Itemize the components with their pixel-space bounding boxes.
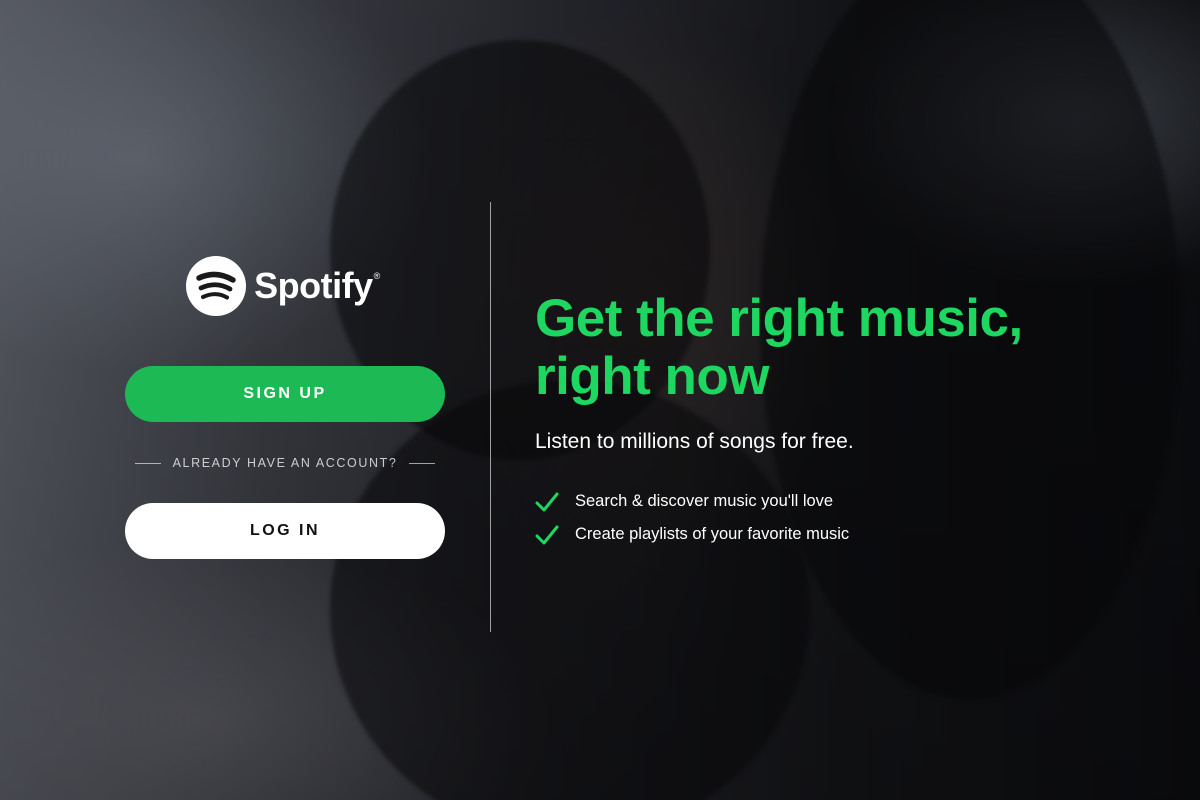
feature-text: Create playlists of your favorite music [575,525,850,543]
brand-name: Spotify [254,265,373,306]
account-divider: ALREADY HAVE AN ACCOUNT? [125,455,445,471]
spotify-logo[interactable]: Spotify® [121,255,445,317]
hero-panel: Get the right music, right now Listen to… [535,290,1175,551]
divider-line-left [134,462,161,464]
headline-line-1: Get the right music, [535,289,1023,348]
divider-line-right [409,462,436,464]
feature-text: Search & discover music you'll love [575,492,834,510]
landing-page: Spotify® SIGN UP ALREADY HAVE AN ACCOUNT… [0,0,1200,800]
registered-mark: ® [373,271,381,281]
auth-panel: Spotify® SIGN UP ALREADY HAVE AN ACCOUNT… [125,255,445,559]
hero-subtitle: Listen to millions of songs for free. [535,430,854,453]
already-have-account-text: ALREADY HAVE AN ACCOUNT? [172,456,398,470]
spotify-wave-icon [186,256,247,316]
hero-headline: Get the right music, right now [535,290,1175,406]
signup-button[interactable]: SIGN UP [125,366,445,422]
logo-wordmark: Spotify® [254,265,380,307]
headline-line-2: right now [535,347,769,406]
login-button[interactable]: LOG IN [125,503,445,559]
check-icon [535,525,559,544]
list-item: Search & discover music you'll love [535,485,1175,518]
list-item: Create playlists of your favorite music [535,518,1175,551]
feature-list: Search & discover music you'll love Crea… [535,485,1175,551]
vertical-divider [490,202,491,632]
check-icon [535,492,559,511]
